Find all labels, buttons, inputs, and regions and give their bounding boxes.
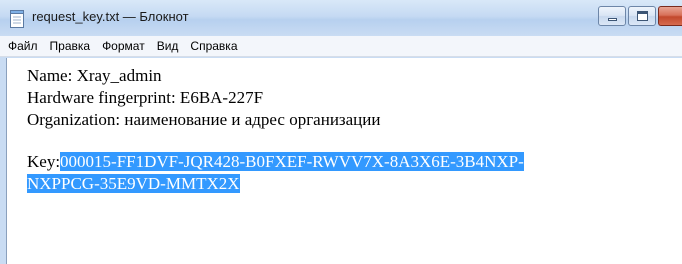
menu-help[interactable]: Справка xyxy=(184,39,243,53)
maximize-icon xyxy=(637,11,648,21)
selected-key-part1: 000015-FF1DVF-JQR428-B0FXEF-RWVV7X-8A3X6… xyxy=(60,152,524,171)
menu-view[interactable]: Вид xyxy=(151,39,185,53)
minimize-button[interactable] xyxy=(598,6,626,26)
notepad-window: request_key.txt — Блокнот Файл Правка Фо… xyxy=(0,0,682,264)
text-editor-area[interactable]: Name: Xray_admin Hardware fingerprint: E… xyxy=(6,58,682,264)
notepad-icon xyxy=(10,10,24,28)
title-bar[interactable]: request_key.txt — Блокнот xyxy=(0,0,682,36)
text-line-hardware: Hardware fingerprint: E6BA-227F xyxy=(27,88,264,107)
selected-key-part2: NXPPCG-35E9VD-MMTX2X xyxy=(27,174,240,193)
minimize-icon xyxy=(608,18,617,21)
text-line-name: Name: Xray_admin xyxy=(27,66,162,85)
caption-buttons xyxy=(598,6,682,28)
text-line-organization: Organization: наименование и адрес орган… xyxy=(27,110,381,129)
text-line-key-continued: NXPPCG-35E9VD-MMTX2X xyxy=(27,173,682,195)
window-title: request_key.txt — Блокнот xyxy=(32,9,189,24)
close-button[interactable] xyxy=(658,6,682,26)
menu-bar: Файл Правка Формат Вид Справка xyxy=(0,36,682,57)
menu-edit[interactable]: Правка xyxy=(44,39,97,53)
text-line-key: Key:000015-FF1DVF-JQR428-B0FXEF-RWVV7X-8… xyxy=(27,151,682,173)
key-label: Key: xyxy=(27,152,61,171)
menu-file[interactable]: Файл xyxy=(2,39,44,53)
menu-format[interactable]: Формат xyxy=(96,39,151,53)
maximize-button[interactable] xyxy=(628,6,656,26)
